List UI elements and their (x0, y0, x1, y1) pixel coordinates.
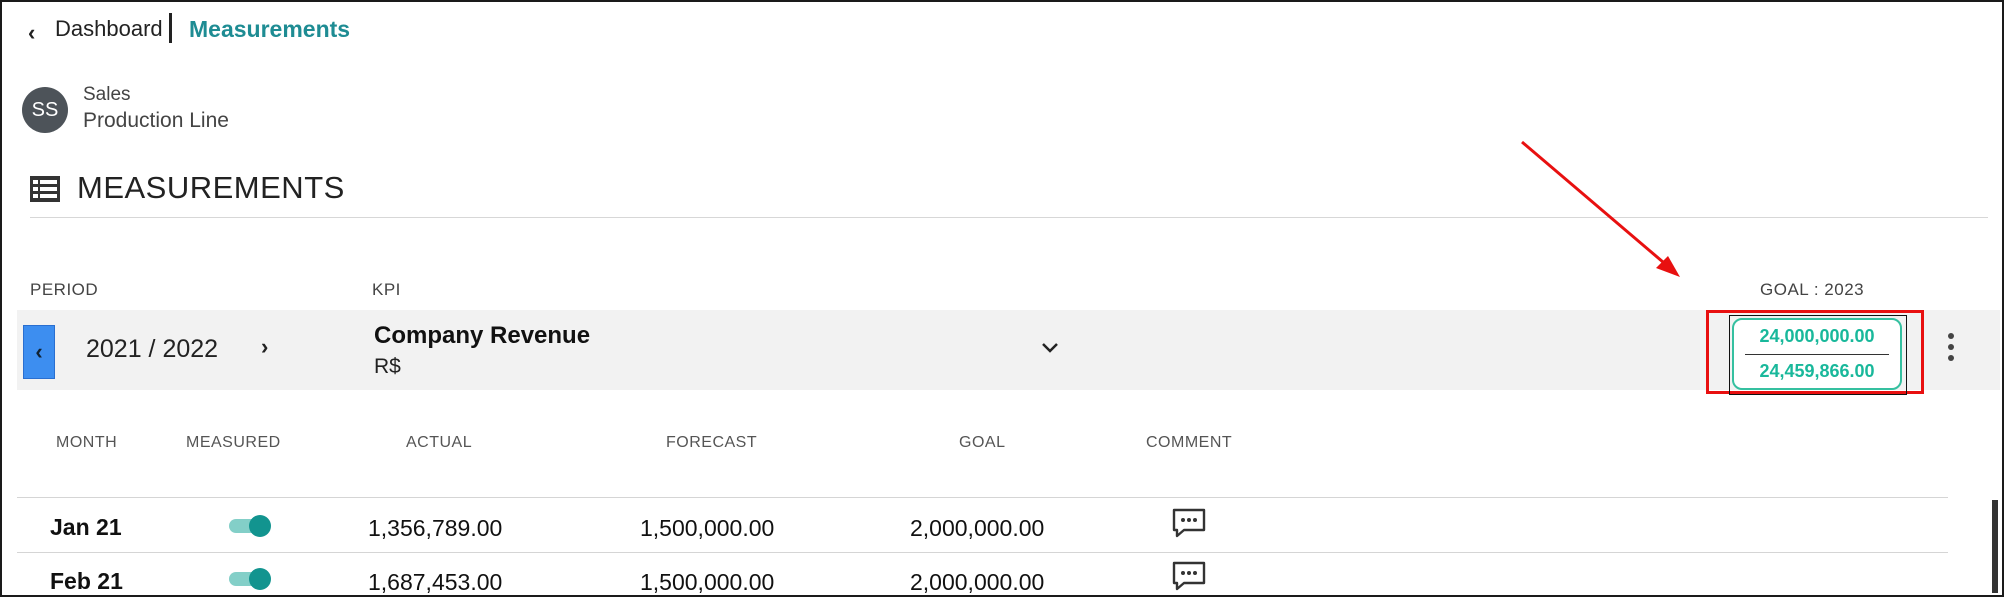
period-kpi-bar (17, 310, 2000, 390)
more-options-icon[interactable] (1948, 333, 1956, 361)
table-divider (17, 497, 1948, 498)
goal-header: GOAL : 2023 (1760, 280, 1865, 299)
breadcrumb-separator (169, 13, 172, 43)
goal-actual-value: 24,459,866.00 (1759, 361, 1875, 381)
annotation-arrow (1521, 140, 1680, 277)
page-title: MEASUREMENTS (77, 170, 345, 205)
next-period-button[interactable]: › (261, 334, 268, 360)
kpi-select-name[interactable]: Company Revenue (374, 322, 590, 350)
goal-target-value: 24,000,000.00 (1759, 326, 1875, 346)
column-comment: COMMENT (1146, 434, 1233, 451)
column-forecast: FORECAST (666, 434, 758, 451)
comment-icon[interactable] (1172, 508, 1206, 538)
chevron-down-icon[interactable] (1040, 338, 1060, 358)
breadcrumb-current: Measurements (189, 16, 351, 42)
breadcrumb-dashboard-link[interactable]: Dashboard (55, 16, 163, 42)
row-actual[interactable]: 1,356,789.00 (368, 515, 502, 542)
unit-name: Sales (83, 84, 131, 105)
measured-toggle[interactable] (227, 515, 271, 537)
measured-toggle[interactable] (227, 568, 271, 590)
period-value: 2021 / 2022 (86, 335, 219, 363)
column-goal: GOAL (959, 434, 1006, 451)
column-measured: MEASURED (186, 434, 281, 451)
kpi-unit: R$ (374, 355, 401, 378)
period-header: PERIOD (30, 280, 99, 299)
row-forecast[interactable]: 1,500,000.00 (640, 569, 774, 596)
unit-subtitle: Production Line (83, 109, 229, 132)
row-actual[interactable]: 1,687,453.00 (368, 569, 502, 596)
list-icon (30, 176, 60, 202)
avatar: SS (22, 87, 68, 133)
row-divider (17, 552, 1948, 553)
screenshot-frame (0, 0, 2004, 597)
row-forecast[interactable]: 1,500,000.00 (640, 515, 774, 542)
row-month: Feb 21 (50, 568, 123, 594)
row-month: Jan 21 (50, 514, 122, 540)
comment-icon[interactable] (1172, 561, 1206, 591)
column-month: MONTH (56, 434, 118, 451)
row-goal[interactable]: 2,000,000.00 (910, 515, 1044, 542)
back-chevron-icon[interactable]: ‹ (28, 20, 35, 46)
column-actual: ACTUAL (406, 434, 473, 451)
vertical-scrollbar[interactable] (1992, 500, 1998, 593)
previous-period-button[interactable]: ‹ (23, 325, 55, 379)
kpi-header: KPI (372, 280, 401, 299)
goal-divider (1745, 354, 1889, 355)
row-goal[interactable]: 2,000,000.00 (910, 569, 1044, 596)
